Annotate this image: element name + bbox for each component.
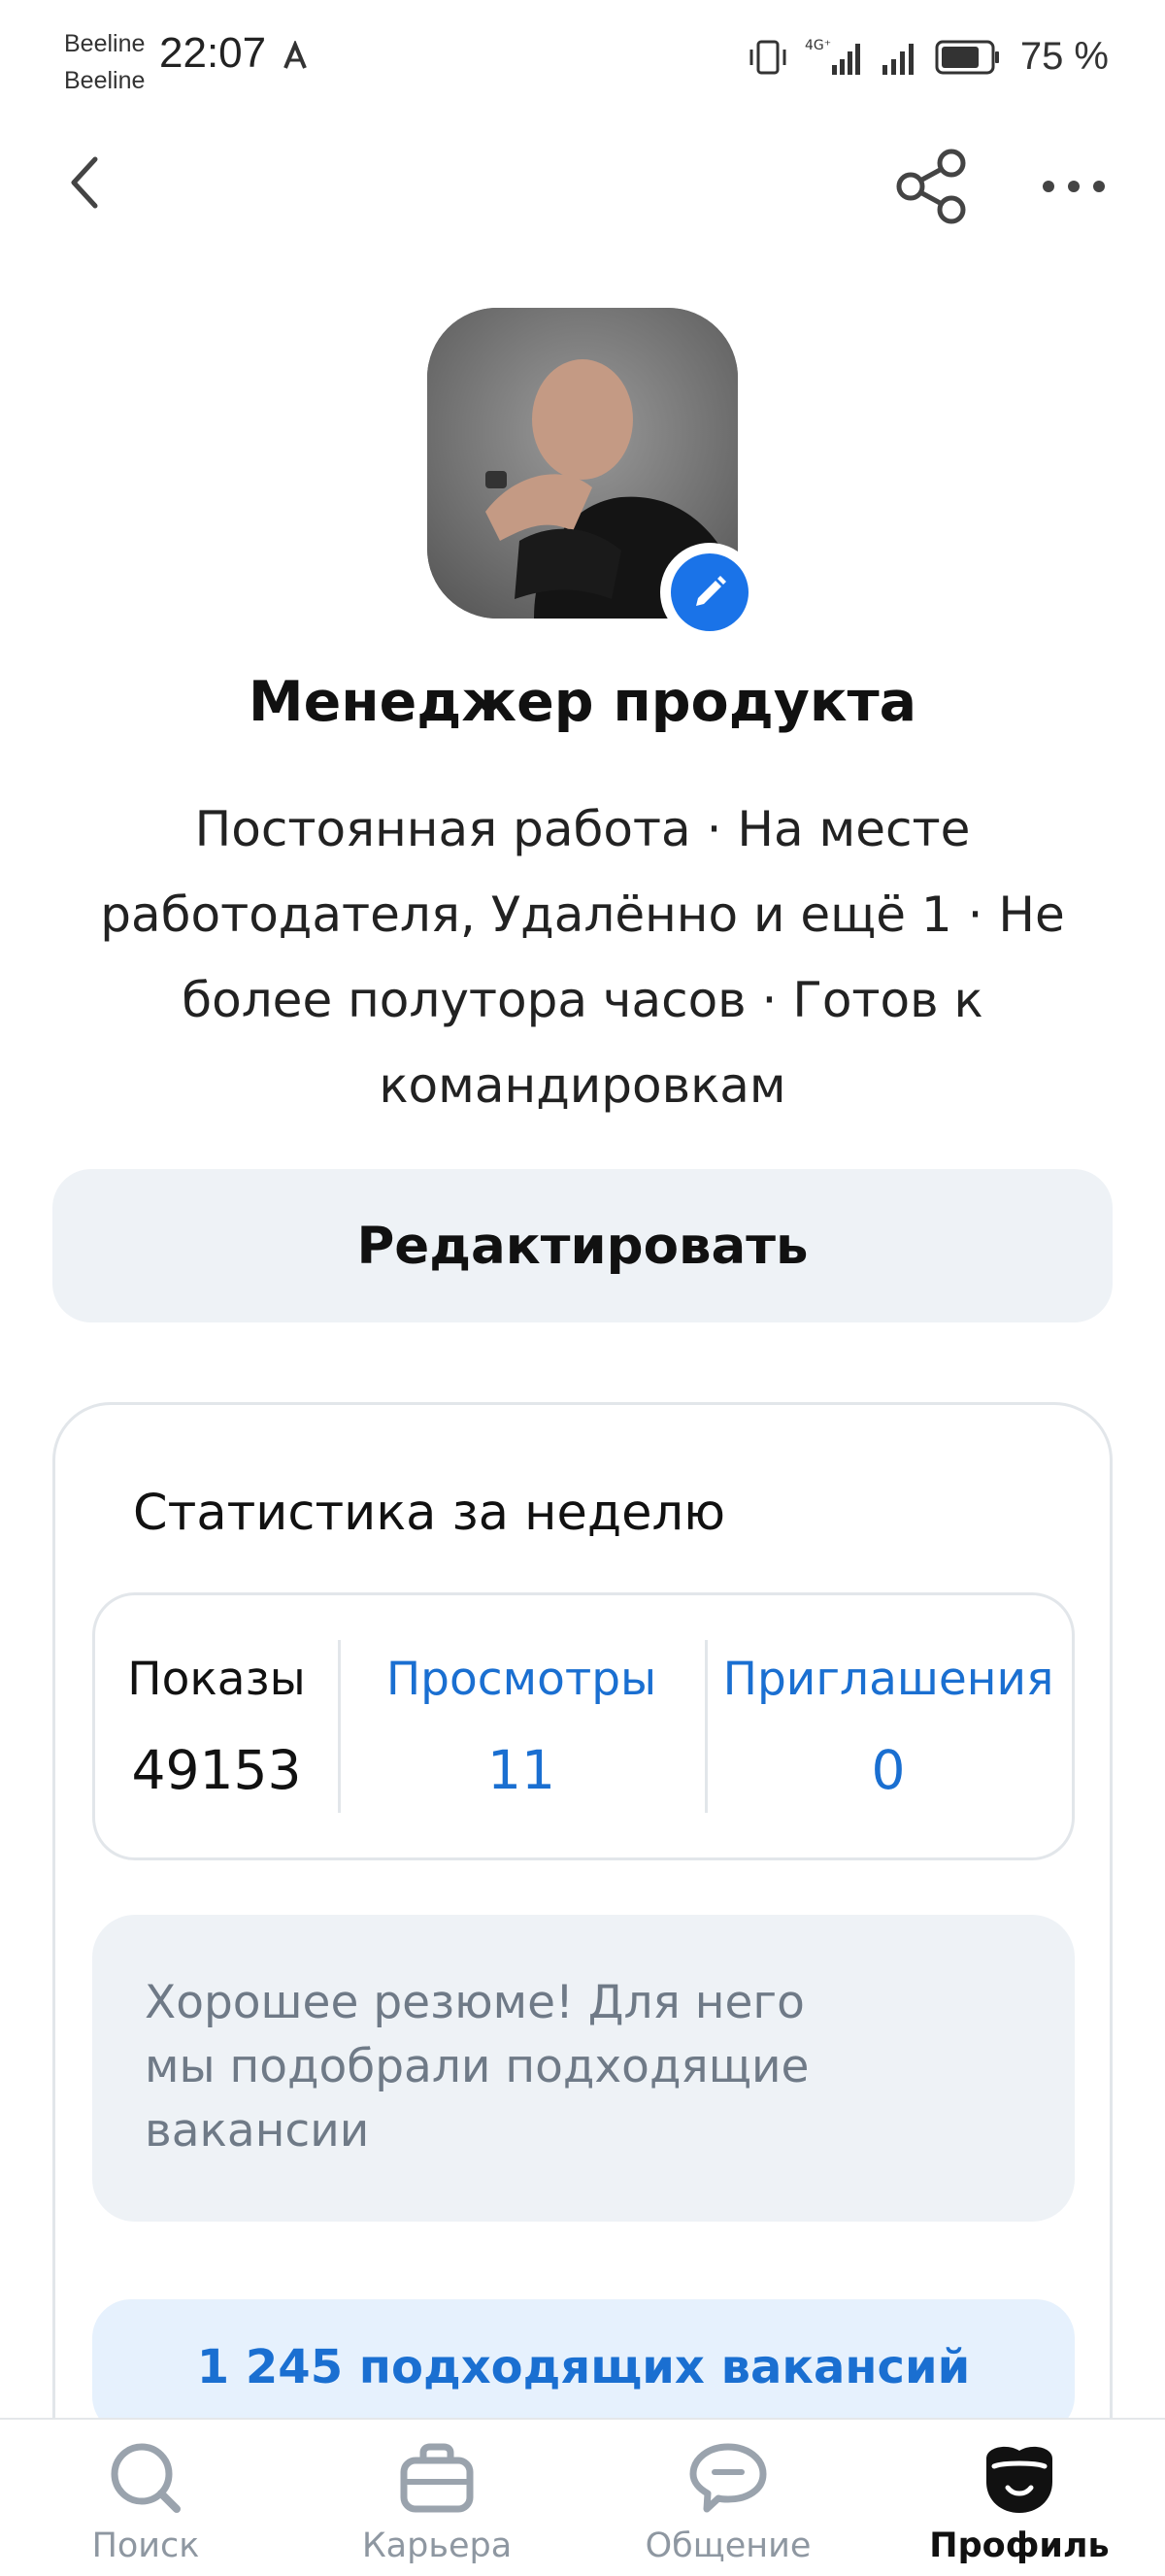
- matching-vacancies-button[interactable]: 1 245 подходящих вакансий: [92, 2299, 1075, 2435]
- battery-percent: 75 %: [1019, 35, 1109, 78]
- stats-box: Показы 49153 Просмотры 11 Приглашения 0: [92, 1592, 1075, 1860]
- accessibility-icon: [283, 41, 307, 69]
- edit-resume-button[interactable]: Редактировать: [52, 1169, 1113, 1322]
- carrier-2: Beeline: [64, 67, 146, 94]
- status-right: 4G⁺ 75 %: [747, 35, 1109, 79]
- avatar-edit-badge: [671, 553, 749, 631]
- resume-description: Постоянная работа · На месте работодател…: [100, 801, 1065, 1114]
- stat-value: 11: [487, 1738, 555, 1801]
- tab-search[interactable]: Поиск: [0, 2420, 291, 2576]
- search-icon: [111, 2443, 181, 2513]
- stat-value: 49153: [131, 1738, 302, 1801]
- profile-icon: [986, 2446, 1052, 2513]
- avatar-edit-button[interactable]: [660, 543, 759, 642]
- tab-label: Общение: [645, 2526, 812, 2565]
- more-icon[interactable]: [1037, 157, 1111, 216]
- stats-title: Статистика за неделю: [133, 1485, 726, 1542]
- bottom-tab-bar: Поиск Карьера Общение Профиль: [0, 2418, 1165, 2576]
- tab-label: Карьера: [361, 2526, 513, 2565]
- mobile-signal-2-icon: [882, 43, 914, 75]
- stat-label: Просмотры: [385, 1652, 657, 1706]
- stat-value: 0: [871, 1738, 906, 1801]
- stat-views[interactable]: Просмотры 11: [338, 1595, 705, 1857]
- tab-profile[interactable]: Профиль: [874, 2420, 1165, 2576]
- top-nav: [0, 136, 1165, 233]
- resume-hint: Хорошее резюме! Для него мы подобрали по…: [92, 1915, 1075, 2222]
- stats-card: Статистика за неделю Показы 49153 Просмо…: [52, 1402, 1113, 2576]
- carrier-labels: Beeline Beeline: [64, 25, 145, 99]
- pencil-icon: [696, 576, 726, 606]
- status-time: 22:07: [159, 29, 267, 77]
- resume-title: Менеджер продукта: [248, 670, 917, 734]
- stat-label: Приглашения: [722, 1652, 1054, 1706]
- battery-icon: [935, 40, 999, 74]
- status-bar: Beeline Beeline 22:07 4G⁺ 75 %: [0, 0, 1165, 117]
- briefcase-icon: [400, 2443, 474, 2513]
- stat-invitations[interactable]: Приглашения 0: [705, 1595, 1072, 1857]
- resume-hint-text: Хорошее резюме! Для него мы подобрали по…: [145, 1976, 810, 2158]
- mobile-signal-1-icon: 4G⁺: [805, 38, 860, 75]
- stat-label: Показы: [127, 1652, 306, 1706]
- network-label: 4G⁺: [805, 38, 831, 53]
- tab-label: Поиск: [91, 2526, 200, 2565]
- carrier-1: Beeline: [64, 30, 146, 57]
- tab-messages[interactable]: Общение: [582, 2420, 874, 2576]
- share-icon[interactable]: [891, 146, 973, 227]
- stat-impressions: Показы 49153: [95, 1595, 338, 1857]
- vibrate-icon: [749, 40, 786, 74]
- back-icon[interactable]: [58, 153, 116, 212]
- chat-icon: [689, 2443, 767, 2513]
- tab-career[interactable]: Карьера: [291, 2420, 582, 2576]
- tab-label: Профиль: [929, 2526, 1110, 2565]
